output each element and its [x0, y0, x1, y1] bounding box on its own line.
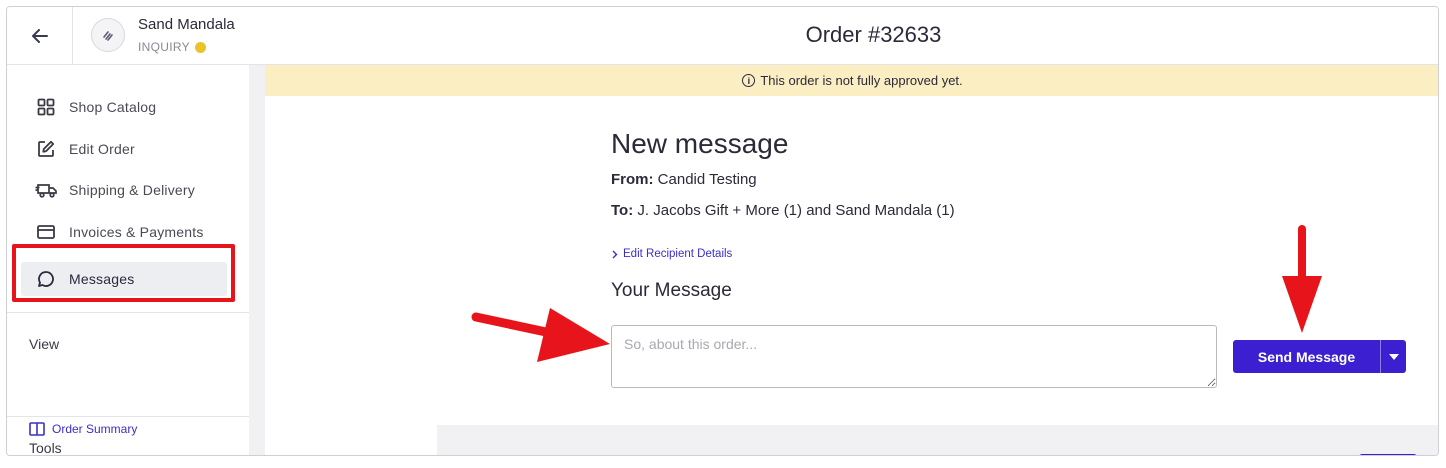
sidebar-gutter	[249, 65, 265, 455]
sidebar-divider	[7, 416, 249, 417]
to-label: To:	[611, 202, 634, 219]
chevron-right-icon	[612, 250, 618, 258]
edit-icon	[35, 138, 57, 160]
caret-down-icon	[1388, 353, 1399, 360]
app-window: Sand Mandala INQUIRY Order #32633 Shop C…	[6, 6, 1439, 456]
annotation-highlight-box	[12, 244, 235, 302]
from-value: Candid Testing	[657, 171, 757, 188]
send-button-group: Send Message	[1233, 340, 1406, 373]
page-title: Order #32633	[805, 22, 942, 47]
columns-icon	[29, 422, 45, 436]
order-summary-link[interactable]: Order Summary	[29, 422, 137, 436]
sidebar-item-label: Edit Order	[69, 141, 135, 157]
banner-text: This order is not fully approved yet.	[760, 73, 963, 88]
edit-recipient-label: Edit Recipient Details	[623, 248, 733, 260]
info-icon: i	[742, 74, 756, 87]
sidebar-item-label: Shop Catalog	[69, 99, 157, 115]
tools-section-label: Tools	[29, 440, 62, 456]
send-options-button[interactable]	[1380, 340, 1406, 373]
card-icon	[35, 221, 57, 243]
approval-banner: i This order is not fully approved yet.	[265, 65, 1438, 96]
send-message-button[interactable]: Send Message	[1233, 340, 1380, 373]
truck-icon	[35, 179, 57, 201]
your-message-heading: Your Message	[611, 280, 732, 301]
sidebar-item-shipping[interactable]: Shipping & Delivery	[21, 173, 227, 207]
to-value: J. Jacobs Gift + More (1) and Sand Manda…	[637, 202, 955, 219]
compose-title: New message	[611, 128, 789, 159]
sidebar-item-shop-catalog[interactable]: Shop Catalog	[21, 90, 227, 124]
sidebar-divider	[7, 312, 249, 313]
sidebar-item-edit-order[interactable]: Edit Order	[21, 132, 227, 166]
edit-recipient-link[interactable]: Edit Recipient Details	[612, 248, 732, 260]
order-summary-label: Order Summary	[52, 422, 138, 436]
footer-strip	[437, 425, 1438, 455]
to-line: To: J. Jacobs Gift + More (1) and Sand M…	[611, 202, 955, 219]
grid-icon	[35, 96, 57, 118]
message-input[interactable]	[611, 325, 1217, 388]
footer-button-peek[interactable]	[1359, 454, 1417, 455]
sidebar-item-label: Shipping & Delivery	[69, 182, 195, 198]
from-line: From: Candid Testing	[611, 171, 757, 188]
top-header: Sand Mandala INQUIRY Order #32633	[7, 7, 1438, 65]
sidebar-item-label: Invoices & Payments	[69, 224, 204, 240]
from-label: From:	[611, 171, 654, 188]
view-section-label: View	[29, 336, 60, 352]
